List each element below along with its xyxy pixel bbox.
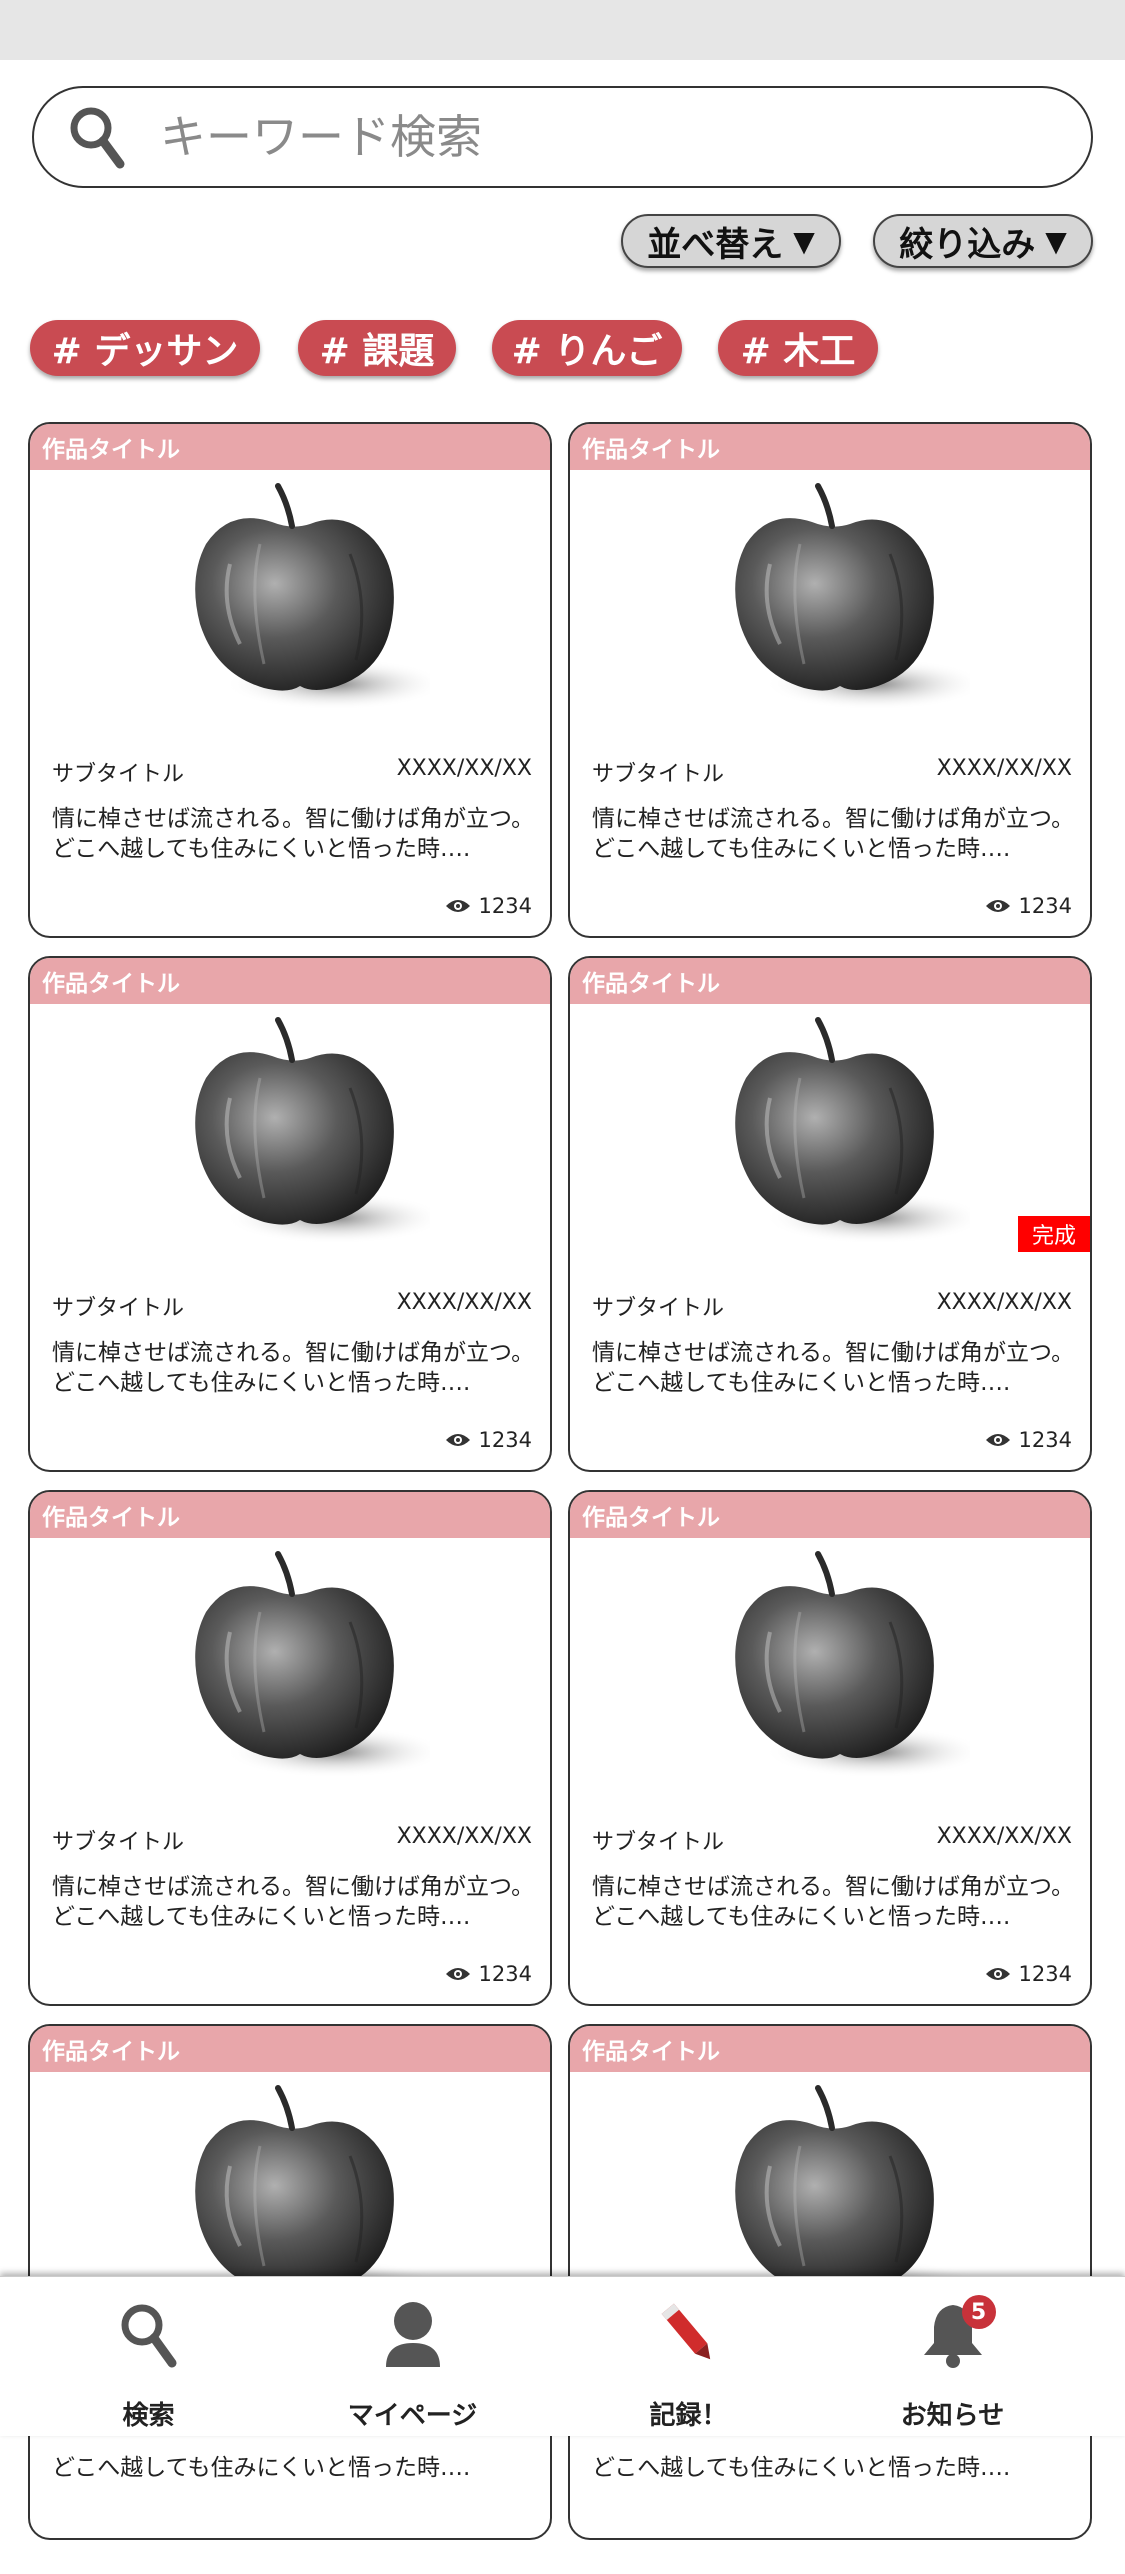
card-title: 作品タイトル	[570, 424, 1090, 470]
eye-icon	[445, 1968, 470, 1980]
card-description-line: 情に棹させば流される。智に働けば角が立つ。	[592, 1340, 1075, 1366]
card-description: 情に棹させば流される。智に働けば角が立つ。 どこへ越しても住みにくいと悟った時……	[592, 1872, 1082, 1932]
card-description-line: どこへ越しても住みにくいと悟った時….	[592, 836, 1011, 862]
work-card[interactable]: 作品タイトル サブタイトル XXXX/XX/XX 情に棹させば流される。智に働け…	[568, 1490, 1092, 2006]
card-date: XXXX/XX/XX	[936, 756, 1072, 781]
nav-record-label: 記録！	[649, 2401, 728, 2431]
view-count-value: 1234	[1018, 894, 1072, 918]
eye-icon	[985, 1434, 1010, 1446]
nav-mypage-label: マイページ	[347, 2401, 478, 2431]
card-description-line: 情に棹させば流される。智に働けば角が立つ。	[52, 806, 535, 832]
card-subtitle: サブタイトル	[592, 1830, 725, 1855]
card-description-line: どこへ越しても住みにくいと悟った時….	[52, 836, 471, 862]
card-description-line: どこへ越しても住みにくいと悟った時….	[592, 2455, 1011, 2481]
artwork-image	[700, 1008, 985, 1258]
card-title: 作品タイトル	[570, 2026, 1090, 2072]
card-description: どこへ越しても住みにくいと悟った時….	[52, 2453, 542, 2483]
card-description-line: どこへ越しても住みにくいと悟った時….	[52, 1904, 471, 1930]
view-count: 1234	[445, 1428, 532, 1452]
card-description-line: 情に棹させば流される。智に働けば角が立つ。	[52, 1874, 535, 1900]
nav-notice-label: お知らせ	[900, 2401, 1005, 2431]
view-count: 1234	[985, 1962, 1072, 1986]
card-title: 作品タイトル	[30, 1492, 550, 1538]
work-card[interactable]: 作品タイトル サブタイトル XXXX/XX/XX 情に棹させば流される。智に働け…	[28, 956, 552, 1472]
card-subtitle: サブタイトル	[592, 1296, 725, 1321]
artwork-image	[160, 474, 445, 724]
card-date: XXXX/XX/XX	[396, 1290, 532, 1315]
artwork-image	[700, 474, 985, 724]
view-count: 1234	[985, 894, 1072, 918]
card-description-line: どこへ越しても住みにくいと悟った時….	[52, 1370, 471, 1396]
card-description: 情に棹させば流される。智に働けば角が立つ。 どこへ越しても住みにくいと悟った時……	[592, 1338, 1082, 1398]
bottom-nav: 検索 マイページ 記録！ 5 お知らせ	[0, 2276, 1125, 2436]
artwork-image	[160, 1008, 445, 1258]
work-grid: 作品タイトル サブタイトル XXXX/XX/XX 情に棹させば流される。智に働け…	[0, 0, 1125, 2574]
work-card[interactable]: 作品タイトル サブタイトル XXXX/XX/XX 情に棹させば流される。智に働け…	[28, 422, 552, 938]
card-description-line: 情に棹させば流される。智に働けば角が立つ。	[592, 806, 1075, 832]
nav-search-label: 検索	[122, 2401, 175, 2431]
eye-icon	[445, 1434, 470, 1446]
card-subtitle: サブタイトル	[52, 762, 185, 787]
card-date: XXXX/XX/XX	[936, 1290, 1072, 1315]
work-card[interactable]: 作品タイトル サブタイトル XXXX/XX/XX 情に棹させば流される。智に働け…	[568, 422, 1092, 938]
card-title: 作品タイトル	[30, 2026, 550, 2072]
card-description-line: どこへ越しても住みにくいと悟った時….	[592, 1370, 1011, 1396]
card-subtitle: サブタイトル	[52, 1296, 185, 1321]
card-description-line: どこへ越しても住みにくいと悟った時….	[52, 2455, 471, 2481]
card-description: 情に棹させば流される。智に働けば角が立つ。 どこへ越しても住みにくいと悟った時……	[52, 1872, 542, 1932]
card-date: XXXX/XX/XX	[396, 1824, 532, 1849]
card-date: XXXX/XX/XX	[396, 756, 532, 781]
card-description: 情に棹させば流される。智に働けば角が立つ。 どこへ越しても住みにくいと悟った時……	[52, 804, 542, 864]
card-description: どこへ越しても住みにくいと悟った時….	[592, 2453, 1082, 2483]
view-count: 1234	[445, 894, 532, 918]
completed-badge: 完成	[1018, 1216, 1090, 1252]
view-count-value: 1234	[478, 1428, 532, 1452]
card-subtitle: サブタイトル	[592, 762, 725, 787]
card-subtitle: サブタイトル	[52, 1830, 185, 1855]
card-date: XXXX/XX/XX	[936, 1824, 1072, 1849]
artwork-image	[700, 1542, 985, 1792]
view-count-value: 1234	[1018, 1962, 1072, 1986]
work-card[interactable]: 作品タイトル サブタイトル XXXX/XX/XX 情に棹させば流される。智に働け…	[568, 956, 1092, 1472]
eye-icon	[985, 900, 1010, 912]
nav-search[interactable]: 検索	[8, 2277, 289, 2437]
nav-mypage[interactable]: マイページ	[272, 2277, 553, 2437]
card-description-line: どこへ越しても住みにくいと悟った時….	[592, 1904, 1011, 1930]
card-description-line: 情に棹させば流される。智に働けば角が立つ。	[592, 1874, 1075, 1900]
eye-icon	[445, 900, 470, 912]
pencil-icon	[654, 2299, 724, 2369]
card-title: 作品タイトル	[570, 1492, 1090, 1538]
card-title: 作品タイトル	[570, 958, 1090, 1004]
card-description-line: 情に棹させば流される。智に働けば角が立つ。	[52, 1340, 535, 1366]
view-count-value: 1234	[478, 894, 532, 918]
work-card[interactable]: 作品タイトル サブタイトル XXXX/XX/XX 情に棹させば流される。智に働け…	[28, 1490, 552, 2006]
bell-icon: 5	[918, 2295, 996, 2369]
notification-count-badge: 5	[961, 2295, 996, 2329]
artwork-image	[160, 1542, 445, 1792]
search-icon	[114, 2299, 184, 2369]
eye-icon	[985, 1968, 1010, 1980]
card-title: 作品タイトル	[30, 958, 550, 1004]
view-count-value: 1234	[1018, 1428, 1072, 1452]
person-icon	[378, 2299, 448, 2369]
card-description: 情に棹させば流される。智に働けば角が立つ。 どこへ越しても住みにくいと悟った時……	[592, 804, 1082, 864]
nav-notice[interactable]: 5 お知らせ	[812, 2277, 1093, 2437]
card-title: 作品タイトル	[30, 424, 550, 470]
view-count: 1234	[985, 1428, 1072, 1452]
nav-record[interactable]: 記録！	[548, 2277, 829, 2437]
view-count: 1234	[445, 1962, 532, 1986]
card-description: 情に棹させば流される。智に働けば角が立つ。 どこへ越しても住みにくいと悟った時……	[52, 1338, 542, 1398]
view-count-value: 1234	[478, 1962, 532, 1986]
